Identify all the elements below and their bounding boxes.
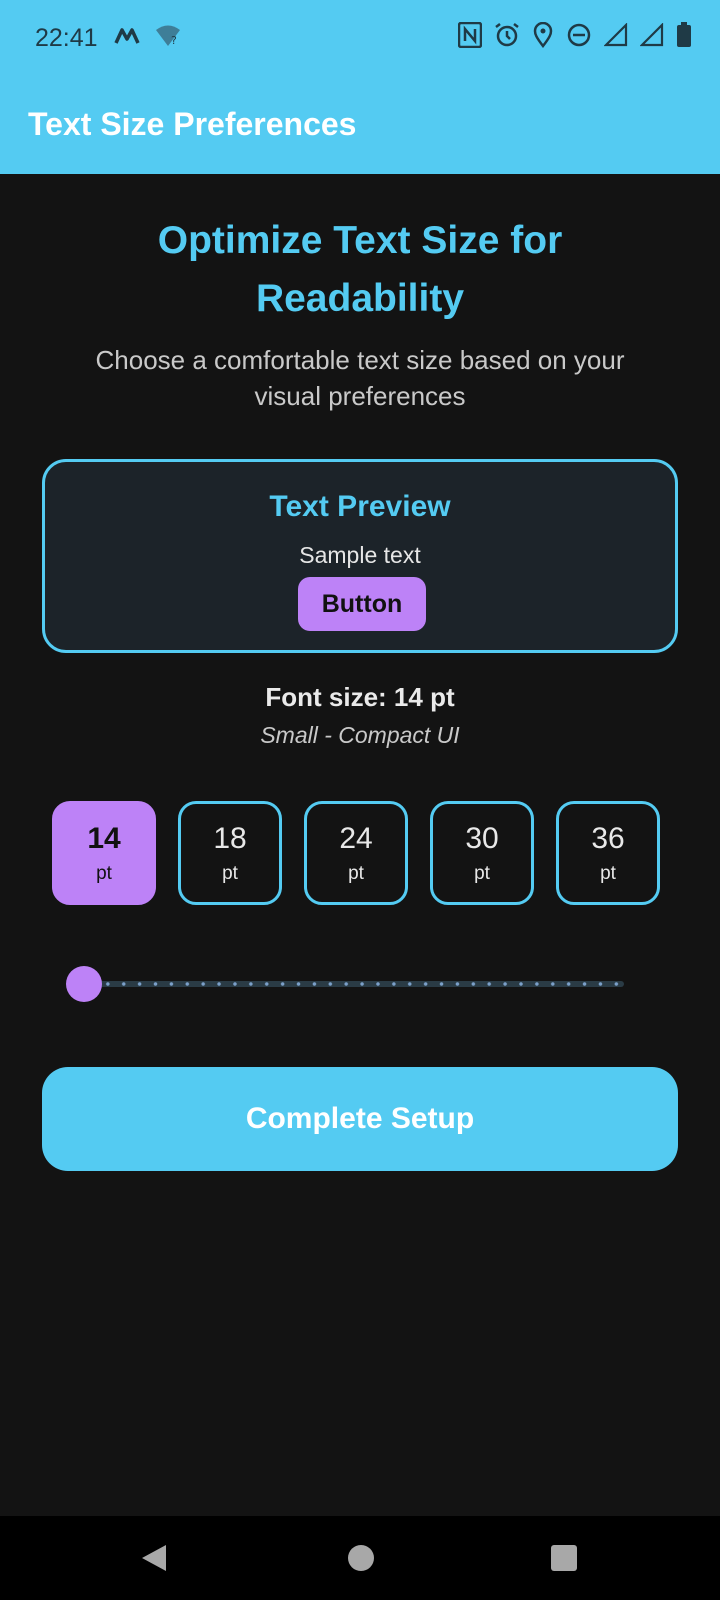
status-bar: 22:41 ? xyxy=(0,0,720,76)
app-bar: Text Size Preferences xyxy=(0,76,720,174)
alarm-icon xyxy=(494,22,520,53)
slider-thumb[interactable] xyxy=(66,966,102,1002)
size-option-18[interactable]: 18 pt xyxy=(178,801,282,905)
preview-title: Text Preview xyxy=(269,490,451,523)
size-option-unit: pt xyxy=(600,863,616,884)
size-option-value: 24 xyxy=(339,822,373,855)
size-option-unit: pt xyxy=(96,863,112,884)
nfc-icon xyxy=(457,21,483,53)
text-preview-card: Text Preview Sample text Button xyxy=(42,459,678,653)
size-option-unit: pt xyxy=(348,863,364,884)
size-option-14[interactable]: 14 pt xyxy=(52,801,156,905)
page-headline: Optimize Text Size for Readability xyxy=(157,219,563,320)
svg-text:?: ? xyxy=(171,34,177,47)
nav-home-icon[interactable] xyxy=(348,1545,374,1571)
system-nav-bar xyxy=(0,1516,720,1600)
font-size-label: Font size: 14 pt xyxy=(265,682,455,712)
preview-sample-text: Sample text xyxy=(299,542,421,568)
location-icon xyxy=(532,21,554,53)
wifi-question-icon: ? xyxy=(154,24,182,53)
dnd-icon xyxy=(566,22,592,53)
size-option-unit: pt xyxy=(474,863,490,884)
size-option-unit: pt xyxy=(222,863,238,884)
status-left-icons: ? xyxy=(114,24,182,53)
size-option-value: 18 xyxy=(213,822,247,855)
page-subtitle: Choose a comfortable text size based on … xyxy=(95,345,625,411)
size-options: 14 pt 18 pt 24 pt 30 pt 36 pt xyxy=(52,801,672,905)
size-option-24[interactable]: 24 pt xyxy=(304,801,408,905)
size-option-30[interactable]: 30 pt xyxy=(430,801,534,905)
app-title: Text Size Preferences xyxy=(28,106,357,142)
font-size-slider[interactable] xyxy=(66,964,636,1004)
nav-back-icon[interactable] xyxy=(140,1543,168,1578)
status-time: 22:41 xyxy=(35,24,98,52)
size-option-36[interactable]: 36 pt xyxy=(556,801,660,905)
signal-icon xyxy=(639,22,664,52)
preview-button[interactable]: Button xyxy=(298,577,426,631)
size-option-value: 30 xyxy=(465,822,499,855)
signal-icon xyxy=(603,22,628,52)
slider-ticks xyxy=(84,981,624,987)
size-option-value: 36 xyxy=(591,822,625,855)
complete-setup-button[interactable]: Complete Setup xyxy=(42,1067,678,1171)
status-right-icons xyxy=(457,21,692,53)
battery-icon xyxy=(676,22,692,53)
nav-recents-icon[interactable] xyxy=(551,1545,577,1571)
size-option-value: 14 xyxy=(87,822,121,855)
m-logo-icon xyxy=(114,26,140,51)
font-size-description: Small - Compact UI xyxy=(260,722,460,748)
main-content: Optimize Text Size for Readability Choos… xyxy=(0,174,720,1516)
